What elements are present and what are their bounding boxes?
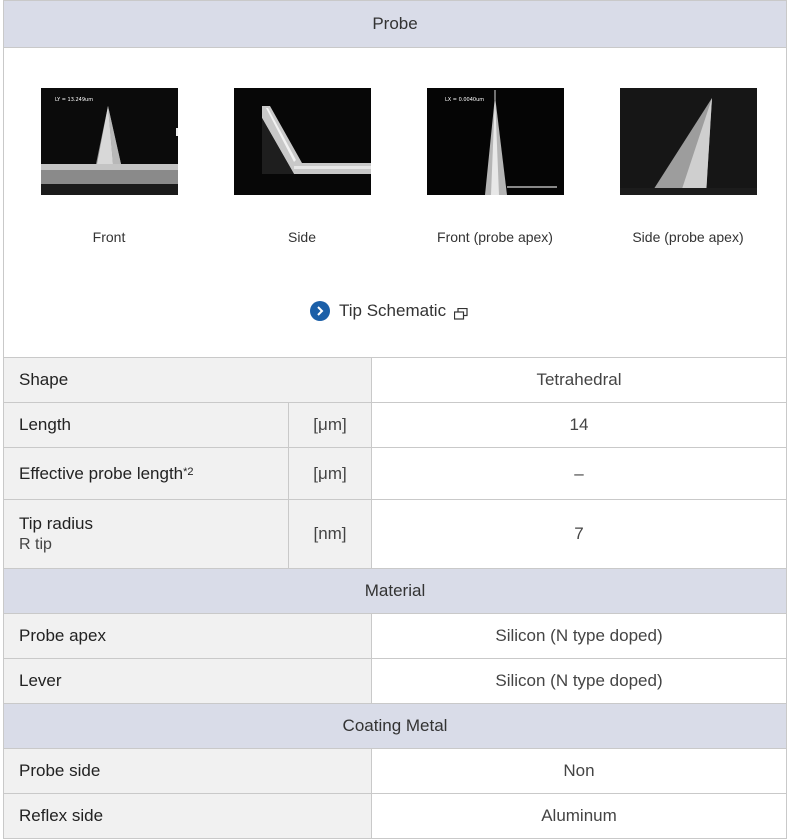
spec-label: Probe apex: [4, 614, 371, 658]
spec-value: Aluminum: [371, 794, 786, 838]
spec-label-wrap: Tip radius R tip: [4, 500, 288, 568]
sem-image-front-apex[interactable]: LX = 0.0040um: [426, 88, 564, 195]
spec-value: 7: [371, 500, 786, 568]
spec-label: Effective probe length: [19, 463, 184, 483]
material-section-title: Material: [364, 581, 426, 600]
spec-row-effective-length: Effective probe length *2 [μm] –: [4, 447, 786, 499]
probe-spec-table: Probe LY = 13.249um Front Side LX = 0.00…: [3, 0, 787, 839]
spec-row-tip-radius: Tip radius R tip [nm] 7: [4, 499, 786, 568]
figure-caption: Side: [287, 229, 317, 245]
spec-label-wrap: Effective probe length *2: [4, 448, 288, 499]
probe-section-header: Probe: [4, 0, 786, 47]
scale-label-front: LY = 13.249um: [55, 97, 93, 103]
tip-schematic-link[interactable]: Tip Schematic: [310, 301, 468, 321]
sem-image-side[interactable]: [233, 88, 371, 195]
coating-section-header: Coating Metal: [4, 703, 786, 748]
figure-side-apex[interactable]: Side (probe apex): [608, 88, 768, 245]
figure-caption: Front (probe apex): [437, 229, 553, 245]
spec-value: Non: [371, 749, 786, 793]
spec-unit: [μm]: [288, 403, 371, 447]
spec-label: Reflex side: [4, 794, 371, 838]
spec-label: Tip radius: [19, 514, 94, 533]
figure-front-apex[interactable]: LX = 0.0040um Front (probe apex): [415, 88, 575, 245]
probe-image-gallery: LY = 13.249um Front Side LX = 0.0040um F…: [4, 47, 786, 357]
coating-row-probe-side: Probe side Non: [4, 748, 786, 793]
figure-side[interactable]: Side: [222, 88, 382, 245]
spec-value: 14: [371, 403, 786, 447]
spec-value: Tetrahedral: [371, 358, 786, 402]
spec-unit: [μm]: [288, 448, 371, 499]
figure-front[interactable]: LY = 13.249um Front: [29, 88, 189, 245]
sem-image-side-apex[interactable]: [619, 88, 757, 195]
spec-label: Probe side: [4, 749, 371, 793]
probe-section-title: Probe: [372, 14, 418, 33]
coating-section-title: Coating Metal: [342, 716, 448, 735]
spec-label: Shape: [4, 358, 371, 402]
spec-unit: [nm]: [288, 500, 371, 568]
spec-sublabel: R tip: [19, 536, 52, 553]
coating-row-reflex-side: Reflex side Aluminum: [4, 793, 786, 838]
figure-caption: Front: [92, 229, 126, 245]
sem-image-front[interactable]: LY = 13.249um: [40, 88, 178, 195]
spec-label: Lever: [4, 659, 371, 703]
scale-label-front-apex: LX = 0.0040um: [445, 97, 484, 103]
spec-value: –: [371, 448, 786, 499]
spec-row-shape: Shape Tetrahedral: [4, 357, 786, 402]
material-row-lever: Lever Silicon (N type doped): [4, 658, 786, 703]
chevron-right-icon[interactable]: [310, 301, 330, 321]
material-row-probe-apex: Probe apex Silicon (N type doped): [4, 613, 786, 658]
spec-row-length: Length [μm] 14: [4, 402, 786, 447]
spec-value: Silicon (N type doped): [371, 659, 786, 703]
new-window-icon[interactable]: [453, 305, 468, 320]
spec-value: Silicon (N type doped): [371, 614, 786, 658]
figure-caption: Side (probe apex): [632, 229, 744, 245]
material-section-header: Material: [4, 568, 786, 613]
footnote-marker: *2: [183, 465, 194, 478]
spec-label: Length: [4, 403, 288, 447]
tip-schematic-label[interactable]: Tip Schematic: [339, 301, 446, 321]
